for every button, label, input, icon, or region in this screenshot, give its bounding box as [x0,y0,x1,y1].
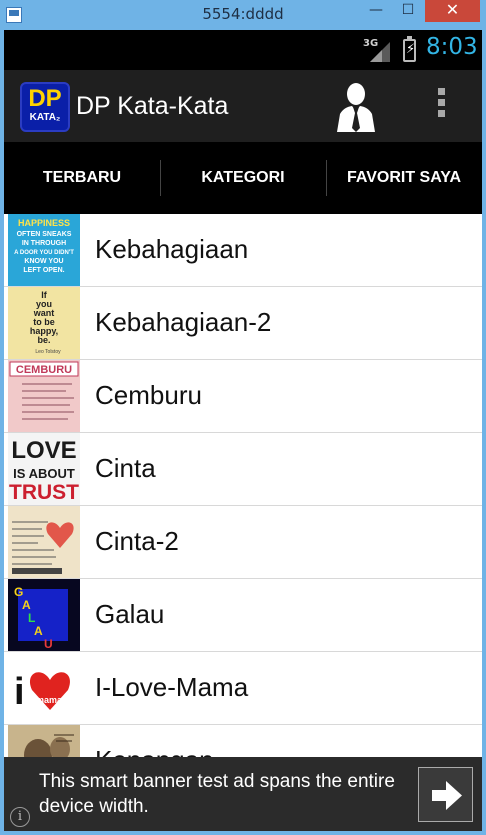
category-thumbnail: G A L A U [8,579,80,651]
category-label: Kebahagiaan [95,234,249,264]
thumb-text: be. [37,335,50,345]
list-item[interactable]: i mama I-Love-Mama [4,652,482,725]
app-logo-icon[interactable]: DP KATA₂ [20,82,70,132]
thumb-text: A DOOR YOU DIDN'T [14,250,74,256]
info-icon[interactable]: i [10,807,30,827]
thumb-text: IS ABOUT [13,466,75,481]
thumb-text: Leo Tolstoy [35,349,61,355]
list-item[interactable]: LOVE IS ABOUT TRUST Cinta [4,433,482,506]
category-thumbnail: i mama [8,652,80,724]
thumb-text: A [34,624,43,638]
user-tie-icon[interactable] [332,80,380,132]
window-maximize-button[interactable]: ☐ [394,0,422,22]
thumb-text: mama [36,695,63,705]
thumb-text: G [14,585,23,599]
category-thumbnail [8,725,80,757]
battery-icon: ⚡ [403,36,416,62]
action-bar: DP KATA₂ DP Kata-Kata [4,70,482,142]
thumb-text: LOVE [11,437,76,464]
emulator-screen: 3G ⚡ 8:03 DP KATA₂ DP Kata-Kata TERBARU … [4,30,482,831]
thumb-text: CEMBURU [16,364,72,376]
tab-bar: TERBARU KATEGORI FAVORIT SAYA [4,142,482,326]
category-thumbnail: HAPPINESS OFTEN SNEAKS IN THROUGH A DOOR… [8,214,80,286]
category-label: Kebahagiaan-2 [95,307,272,337]
category-label: Cinta-2 [95,526,179,556]
window-close-button[interactable]: ✕ [425,0,480,22]
category-thumbnail: CEMBURU [8,360,80,432]
list-item[interactable]: CEMBURU Cemburu [4,360,482,433]
window-minimize-button[interactable]: — [362,0,390,22]
thumb-text: A [22,598,31,612]
signal-icon [370,42,390,62]
tab-terbaru[interactable]: TERBARU [4,142,160,214]
category-label: Kenangan [95,745,214,757]
thumb-text: IN THROUGH [22,240,66,247]
ad-text[interactable]: This smart banner test ad spans the enti… [39,769,409,819]
app-logo-dp: DP [28,85,62,112]
app-title: DP Kata-Kata [76,92,229,120]
app-logo-kata: KATA₂ [29,112,61,123]
category-label: Cemburu [95,380,202,410]
ad-banner[interactable]: This smart banner test ad spans the enti… [4,757,482,831]
list-item[interactable]: If you want to be happy, be. Leo Tolstoy… [4,287,482,360]
window-titlebar: 5554:dddd — ☐ ✕ [0,0,486,30]
status-clock: 8:03 [426,34,478,60]
overflow-menu-icon[interactable] [432,88,450,124]
category-thumbnail: LOVE IS ABOUT TRUST [8,433,80,505]
category-label: Cinta [95,453,156,483]
category-thumbnail [8,506,80,578]
category-thumbnail: If you want to be happy, be. Leo Tolstoy [8,287,80,359]
thumb-text: L [28,611,35,625]
list-item[interactable]: Kenangan [4,725,482,757]
thumb-text: LEFT OPEN. [23,267,64,274]
list-item[interactable]: Cinta-2 [4,506,482,579]
thumb-text: HAPPINESS [18,218,70,228]
category-list[interactable]: HAPPINESS OFTEN SNEAKS IN THROUGH A DOOR… [4,214,482,757]
category-label: I-Love-Mama [95,672,249,702]
tab-favorit-saya[interactable]: FAVORIT SAYA [326,142,482,214]
thumb-text: OFTEN SNEAKS [17,231,72,238]
status-bar: 3G ⚡ 8:03 [4,30,482,70]
list-item[interactable]: HAPPINESS OFTEN SNEAKS IN THROUGH A DOOR… [4,214,482,287]
thumb-text: TRUST [9,481,79,504]
tab-kategori[interactable]: KATEGORI [160,142,326,214]
thumb-text: KNOW YOU [24,258,63,265]
thumb-text: i [14,671,25,713]
category-label: Galau [95,599,165,629]
thumb-text: U [44,637,53,651]
list-item[interactable]: G A L A U Galau [4,579,482,652]
arrow-right-icon[interactable] [418,767,473,822]
